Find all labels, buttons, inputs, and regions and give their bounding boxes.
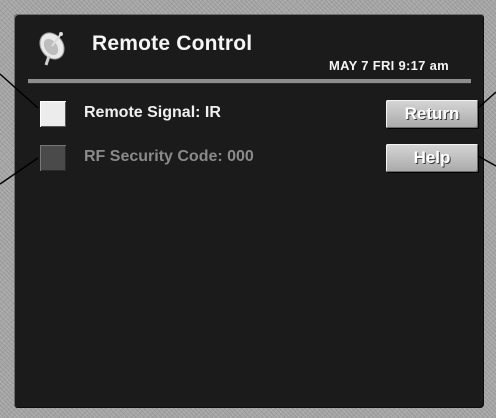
page-title: Remote Control: [92, 32, 253, 55]
header-divider: [28, 79, 471, 83]
header: Remote Control MAY 7 FRI 9:17 am: [14, 14, 484, 84]
return-button[interactable]: Return: [386, 100, 478, 128]
option-label: RF Security Code: 000: [84, 148, 254, 165]
clock-datetime: MAY 7 FRI 9:17 am: [329, 58, 449, 73]
satellite-dish-icon: [39, 32, 65, 66]
option-checkbox[interactable]: [40, 145, 66, 171]
option-label: Remote Signal: IR: [84, 104, 221, 121]
help-button[interactable]: Help: [386, 144, 478, 172]
option-checkbox[interactable]: [40, 101, 66, 127]
